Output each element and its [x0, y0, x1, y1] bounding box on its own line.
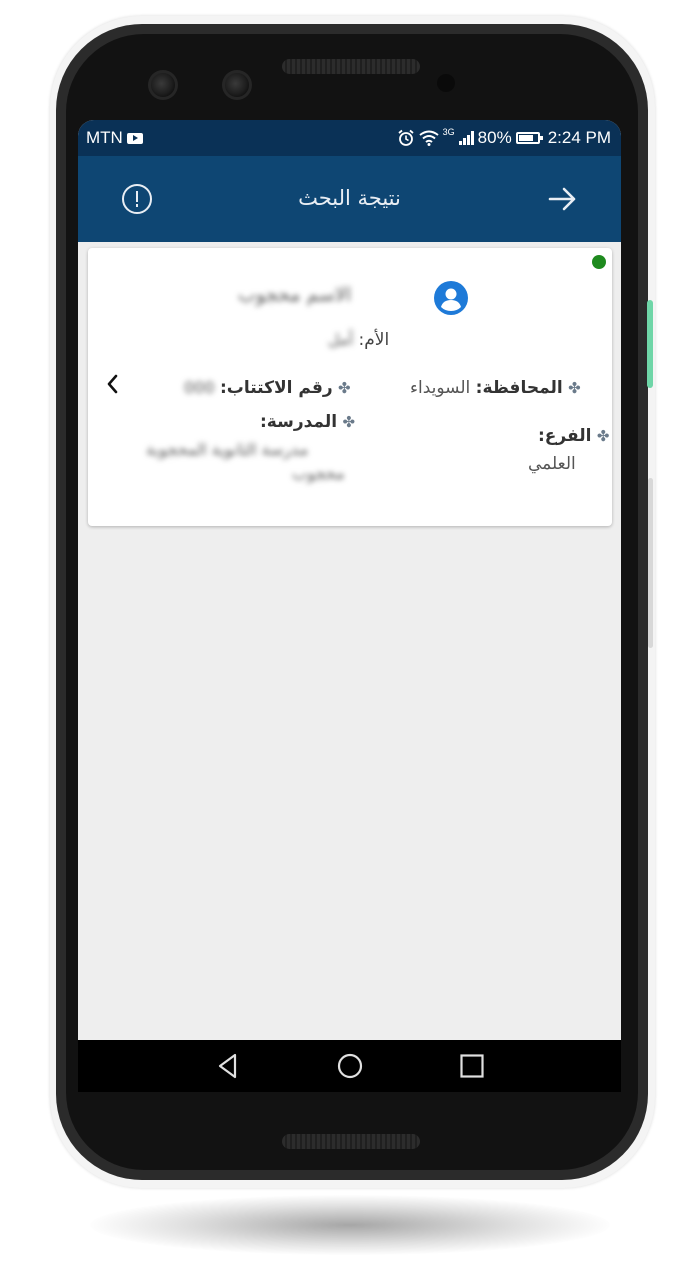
network-type: 3G: [442, 127, 455, 137]
result-card[interactable]: الاسم محجوب الأم: أمل ✤ المحافظة: السويد…: [88, 248, 612, 526]
wifi-icon: [419, 130, 439, 146]
school-row: ✤ المدرسة:: [260, 412, 355, 432]
page-title: نتيجة البحث: [298, 186, 401, 210]
earpiece-speaker: [282, 59, 420, 74]
clock: 2:24 PM: [547, 128, 611, 147]
branch-label: الفرع:: [538, 426, 592, 446]
power-button[interactable]: [647, 300, 653, 388]
exam-number-label: رقم الاكتتاب:: [219, 378, 333, 398]
bullet-icon: ✤: [596, 427, 610, 445]
battery-percent: 80%: [477, 128, 512, 147]
app-bar: نتيجة البحث: [78, 156, 621, 242]
online-status-dot: [592, 255, 606, 269]
branch-value: العلمي: [528, 454, 576, 474]
mother-row: الأم: أمل: [328, 330, 389, 350]
bullet-icon: ✤: [342, 413, 356, 431]
school-value-line1: مدرسة الثانوية المحجوبة: [146, 440, 309, 459]
status-right: 3G 80% 2:24 PM: [397, 127, 611, 148]
battery-icon: [515, 132, 543, 144]
bottom-speaker: [282, 1134, 420, 1149]
triangle-back-icon[interactable]: [214, 1052, 242, 1080]
square-recents-icon[interactable]: [458, 1052, 486, 1080]
proximity-sensor: [437, 74, 455, 92]
account-circle-icon: [434, 281, 468, 315]
exam-number-row: ✤ رقم الاكتتاب: 000: [184, 378, 351, 398]
alarm-icon: [398, 129, 414, 146]
youtube-notification-icon: [126, 132, 143, 144]
mother-label: الأم:: [358, 330, 390, 350]
bullet-icon: ✤: [338, 379, 351, 397]
status-left: MTN: [86, 128, 143, 148]
arrow-right-icon[interactable]: [548, 186, 578, 212]
circle-home-icon[interactable]: [336, 1052, 364, 1080]
mother-value: أمل: [328, 330, 354, 349]
exam-number-value: 000: [184, 378, 215, 397]
branch-row: ✤ الفرع:: [538, 426, 609, 446]
school-value-line2: محجوب: [292, 464, 345, 483]
province-row: ✤ المحافظة: السويداء: [410, 378, 581, 398]
phone-shadow: [90, 1195, 610, 1255]
school-label: المدرسة:: [260, 412, 338, 432]
student-name: الاسم محجوب: [238, 284, 352, 306]
province-label: المحافظة:: [475, 378, 563, 398]
navigation-bar: [78, 1040, 621, 1092]
phone-screen: MTN 3G 80% 2:24 PM نتيجة البحث الاسم محج…: [78, 120, 621, 1092]
province-value: السويداء: [410, 378, 471, 398]
signal-strength-icon: [458, 131, 474, 145]
chevron-left-icon[interactable]: [104, 372, 120, 396]
volume-button[interactable]: [648, 478, 653, 648]
carrier-name: MTN: [86, 128, 123, 147]
bullet-icon: ✤: [568, 379, 581, 397]
camera-right: [222, 70, 252, 100]
status-bar: MTN 3G 80% 2:24 PM: [78, 120, 621, 156]
camera-left: [148, 70, 178, 100]
